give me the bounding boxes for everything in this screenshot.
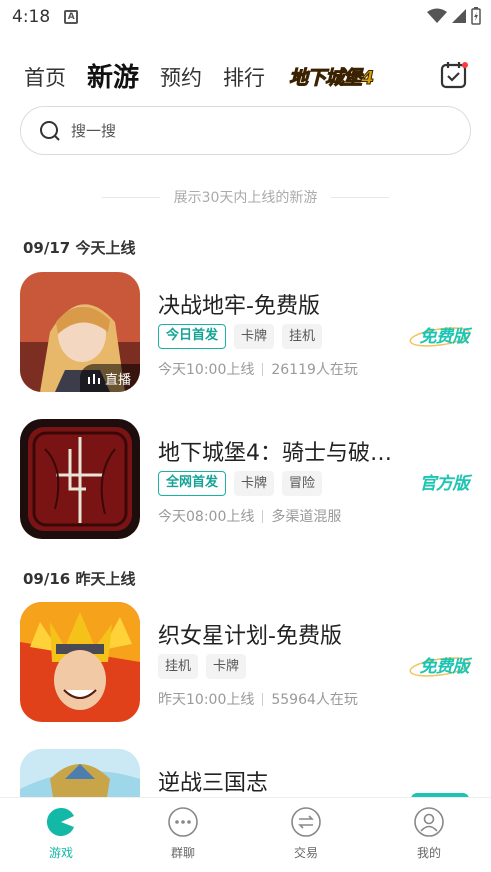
- tag-list: 今日首发 卡牌 挂机: [158, 324, 323, 349]
- divider: [101, 196, 160, 198]
- search-input[interactable]: [71, 121, 431, 140]
- pacman-icon: [46, 807, 74, 836]
- bottom-tab-label: 我的: [416, 846, 441, 860]
- status-icons: [427, 7, 481, 25]
- tag: 全网首发: [158, 471, 227, 496]
- game-item[interactable]: 直播 决战地牢-免费版 今日首发 卡牌 挂机 今天10:00上线 26119人在…: [0, 272, 491, 397]
- game-meta: 今天10:00上线 26119人在玩: [158, 359, 358, 379]
- game-icon-jzdl[interactable]: 直播: [20, 272, 140, 392]
- server-info: 多渠道混服: [271, 509, 342, 525]
- version-badge: 免费版: [419, 657, 470, 677]
- divider: [331, 196, 390, 198]
- calendar-check-icon[interactable]: [439, 60, 469, 90]
- meta-separator: [262, 692, 264, 706]
- player-count: 55964人在玩: [271, 692, 358, 708]
- bottom-tab-label: 游戏: [48, 846, 73, 860]
- wifi-icon: [427, 8, 447, 23]
- top-nav: 首页 新游 预约 排行 地下城堡4: [0, 54, 491, 98]
- live-label: 直播: [104, 372, 131, 388]
- tag: 挂机: [158, 654, 199, 679]
- date-header-yesterday: 09/16 昨天上线: [23, 570, 136, 588]
- bottom-tab-me[interactable]: 我的: [389, 806, 469, 861]
- battery-icon: [471, 7, 481, 25]
- status-bar: 4:18 A: [0, 0, 491, 34]
- bottom-tab-trade[interactable]: 交易: [266, 806, 346, 861]
- bottom-tab-chat[interactable]: 群聊: [143, 806, 223, 861]
- bottom-tab-games[interactable]: 游戏: [21, 806, 101, 861]
- version-badge: 官方版: [419, 474, 470, 494]
- section-caption: 展示30天内上线的新游: [0, 187, 491, 207]
- game-item[interactable]: 织女星计划-免费版 挂机 卡牌 昨天10:00上线 55964人在玩 免费版: [0, 602, 491, 727]
- live-badge: 直播: [79, 364, 140, 392]
- tag-list: 挂机 卡牌: [158, 654, 247, 679]
- status-time: 4:18: [12, 7, 51, 27]
- tag: 今日首发: [158, 324, 227, 349]
- game-title[interactable]: 织女星计划-免费版: [158, 618, 342, 650]
- bottom-tab-bar: 游戏 群聊 交易 我的: [0, 797, 491, 872]
- tab-new-games[interactable]: 新游: [87, 57, 139, 94]
- tab-ranking[interactable]: 排行: [223, 62, 265, 92]
- bottom-tab-label: 群聊: [170, 846, 195, 860]
- tag: 卡牌: [234, 471, 275, 496]
- game-art: [20, 602, 140, 722]
- meta-separator: [262, 509, 264, 523]
- live-bars-icon: [87, 374, 100, 384]
- search-icon: [40, 120, 60, 141]
- search-bar[interactable]: [20, 106, 471, 155]
- game-meta: 昨天10:00上线 55964人在玩: [158, 689, 358, 709]
- caption-text: 展示30天内上线的新游: [173, 190, 318, 206]
- notification-icon: A: [64, 10, 79, 24]
- tag-list: 全网首发 卡牌 冒险: [158, 471, 323, 496]
- promo-logo[interactable]: 地下城堡4: [288, 63, 374, 90]
- tag: 挂机: [282, 324, 323, 349]
- tag: 冒险: [282, 471, 323, 496]
- tab-home[interactable]: 首页: [24, 62, 66, 92]
- game-icon-dxcb4[interactable]: [20, 419, 140, 539]
- release-time: 昨天10:00上线: [158, 692, 255, 708]
- game-icon-znxjh[interactable]: [20, 602, 140, 722]
- meta-separator: [262, 362, 264, 376]
- game-art: [20, 419, 140, 539]
- release-time: 今天10:00上线: [158, 362, 255, 378]
- tab-reserve[interactable]: 预约: [160, 62, 202, 92]
- version-badge: 免费版: [419, 327, 470, 347]
- user-icon: [414, 807, 444, 837]
- game-item[interactable]: 地下城堡4：骑士与破… 全网首发 卡牌 冒险 今天08:00上线 多渠道混服 官…: [0, 419, 491, 544]
- tag: 卡牌: [234, 324, 275, 349]
- game-title[interactable]: 地下城堡4：骑士与破…: [158, 435, 392, 467]
- game-title[interactable]: 决战地牢-免费版: [158, 288, 320, 320]
- exchange-icon: [291, 807, 321, 837]
- game-meta: 今天08:00上线 多渠道混服: [158, 506, 341, 526]
- tag: 卡牌: [206, 654, 247, 679]
- chat-dots-icon: [168, 807, 198, 837]
- player-count: 26119人在玩: [271, 362, 358, 378]
- date-header-today: 09/17 今天上线: [23, 239, 136, 257]
- bottom-tab-label: 交易: [293, 846, 318, 860]
- signal-icon: [452, 9, 466, 23]
- game-title[interactable]: 逆战三国志: [158, 765, 268, 797]
- release-time: 今天08:00上线: [158, 509, 255, 525]
